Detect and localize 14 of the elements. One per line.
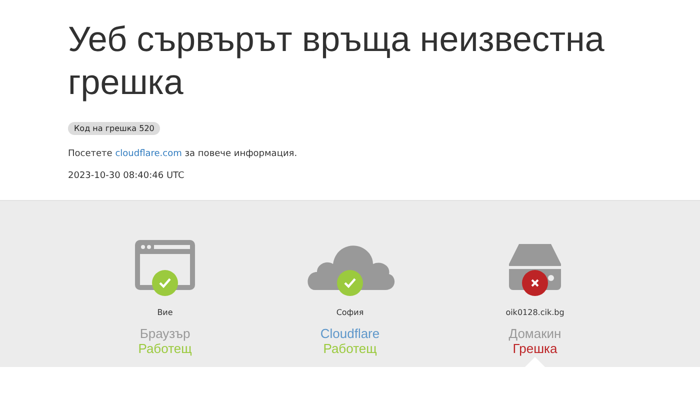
node-name: Домакин xyxy=(508,326,562,341)
timestamp: 2023-10-30 08:40:46 UTC xyxy=(68,171,186,181)
node-location: oik0128.cik.bg xyxy=(506,308,564,317)
node-location: Вие xyxy=(157,308,173,317)
node-name: Браузър xyxy=(140,326,190,341)
page-title: Уеб сървърът връща неизвестна грешка xyxy=(68,19,606,104)
node-status: Грешка xyxy=(512,341,558,356)
node-status: Работещ xyxy=(138,341,192,356)
info-sentence: Посетете cloudflare.com за повече информация. xyxy=(68,149,298,159)
node-status: Работещ xyxy=(323,341,377,356)
error-code: Код на грешка 520 xyxy=(68,122,160,135)
node-location: София xyxy=(336,308,364,317)
node-name-link[interactable]: Cloudflare xyxy=(320,326,380,341)
cloudflare-link[interactable]: cloudflare.com xyxy=(115,149,182,159)
